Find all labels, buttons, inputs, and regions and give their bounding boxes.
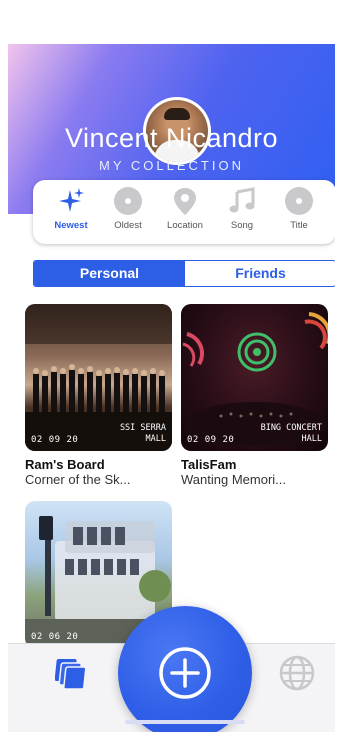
sort-label: Title (290, 220, 308, 231)
card-date: 02 09 20 (31, 435, 79, 445)
home-indicator[interactable] (125, 720, 245, 724)
card-thumbnail: 02 09 20 SSI SERRA MALL (25, 304, 172, 451)
card-location: SSI SERRA MALL (119, 423, 166, 444)
add-button[interactable] (118, 606, 252, 732)
memory-card[interactable]: 02 09 20 BING CONCERT HALL TalisFam Want… (181, 304, 328, 487)
profile-name: Vincent Nicandro (64, 123, 279, 153)
disc-icon (114, 187, 142, 215)
collection-segmented-control: Personal Friends (33, 260, 335, 287)
card-subtitle: Wanting Memori... (181, 472, 286, 487)
card-title: TalisFam (181, 457, 237, 472)
card-thumbnail: 02 09 20 BING CONCERT HALL (181, 304, 328, 451)
sort-location[interactable]: Location (157, 186, 213, 242)
card-title: Ram's Board (25, 457, 105, 472)
sort-oldest[interactable]: Oldest (100, 186, 156, 242)
tab-personal[interactable]: Personal (34, 261, 185, 286)
card-date: 02 06 20 (31, 632, 79, 642)
sort-label: Newest (54, 220, 88, 231)
memory-card[interactable]: 02 09 20 SSI SERRA MALL Ram's Board Corn… (25, 304, 172, 487)
sort-label: Oldest (114, 220, 142, 231)
tab-friends[interactable]: Friends (185, 261, 335, 286)
sort-newest[interactable]: Newest (43, 186, 99, 242)
collection-subtitle: MY COLLECTION (99, 158, 244, 173)
add-icon (159, 647, 211, 699)
sort-title[interactable]: Title (271, 186, 327, 242)
disc-icon (285, 187, 313, 215)
app-screen: Newest Oldest Location Song Title Person… (8, 0, 335, 732)
card-date: 02 09 20 (187, 435, 235, 445)
music-note-icon (229, 187, 255, 213)
sort-label: Song (230, 220, 254, 231)
card-subtitle: Corner of the Sk... (25, 472, 131, 487)
sort-bar: Newest Oldest Location Song Title (33, 180, 335, 244)
location-pin-icon (174, 188, 196, 215)
globe-icon[interactable] (278, 654, 316, 692)
sparkles-icon (59, 188, 84, 212)
collection-icon[interactable] (55, 657, 89, 691)
sort-label: Location (167, 220, 203, 231)
sort-song[interactable]: Song (214, 186, 270, 242)
card-location: BING CONCERT HALL (260, 423, 322, 444)
